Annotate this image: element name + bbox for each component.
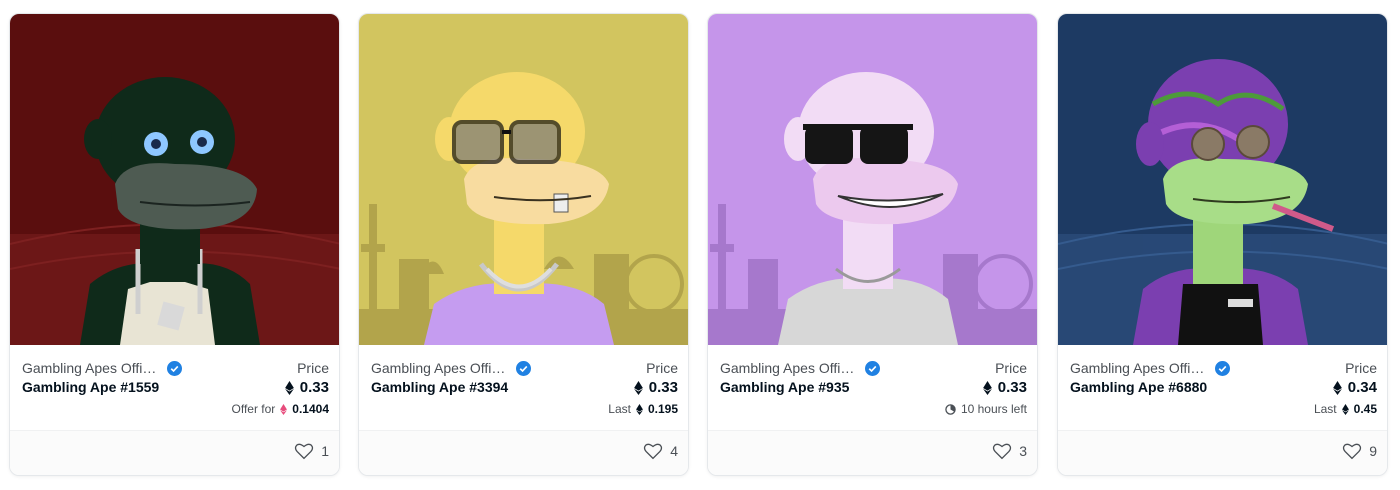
- price-label: Price: [1345, 360, 1377, 376]
- collection-link[interactable]: Gambling Apes Official: [720, 360, 880, 376]
- collection-link[interactable]: Gambling Apes Official: [22, 360, 182, 376]
- last-sale-value: 0.45: [1353, 402, 1377, 416]
- heart-icon: [644, 443, 663, 460]
- price-amount: 0.33: [299, 379, 329, 396]
- last-sale-line: Last 0.45: [1314, 402, 1377, 416]
- eth-icon: [1341, 403, 1349, 415]
- eth-icon: [284, 380, 294, 395]
- collection-name: Gambling Apes Official: [1070, 360, 1210, 376]
- eth-icon: [636, 403, 643, 415]
- card-info: Gambling Apes Official Gambling Ape #339…: [359, 345, 688, 433]
- verified-badge-icon: [167, 360, 182, 376]
- eth-icon: [1332, 380, 1342, 395]
- nft-image[interactable]: [10, 14, 339, 345]
- ape-artwork: [359, 14, 688, 345]
- heart-icon: [295, 443, 314, 460]
- price-amount: 0.34: [1347, 379, 1377, 396]
- collection-name: Gambling Apes Official: [720, 360, 860, 376]
- favorite-count: 3: [1019, 443, 1027, 459]
- price-value: 0.33: [284, 379, 329, 396]
- favorite-count: 4: [670, 443, 678, 459]
- time-left-label: 10 hours left: [960, 402, 1027, 416]
- nft-card[interactable]: Gambling Apes Official Gambling Ape #155…: [9, 13, 340, 476]
- ape-artwork: [10, 14, 339, 345]
- item-name[interactable]: Gambling Ape #1559: [22, 379, 159, 395]
- last-sale-label: Last: [1313, 402, 1337, 416]
- time-left-line: 10 hours left: [945, 402, 1027, 416]
- heart-icon: [1343, 443, 1362, 460]
- nft-image[interactable]: [359, 14, 688, 345]
- last-sale-label: Last: [608, 402, 631, 416]
- favorite-count: 9: [1369, 443, 1377, 459]
- nft-card[interactable]: Gambling Apes Official Gambling Ape #339…: [358, 13, 689, 476]
- nft-image[interactable]: [708, 14, 1037, 345]
- favorite-button[interactable]: 9: [1342, 442, 1377, 460]
- card-footer: 3: [708, 430, 1037, 475]
- verified-badge-icon: [1215, 360, 1230, 376]
- verified-badge-icon: [516, 360, 531, 376]
- ape-artwork: [708, 14, 1037, 345]
- price-value: 0.34: [1332, 379, 1377, 396]
- favorite-button[interactable]: 4: [643, 442, 678, 460]
- eth-pink-icon: [280, 403, 288, 415]
- nft-card[interactable]: Gambling Apes Official Gambling Ape #935…: [707, 13, 1038, 476]
- verified-badge-icon: [865, 360, 880, 376]
- price-label: Price: [995, 360, 1027, 376]
- heart-icon: [993, 443, 1012, 460]
- item-name[interactable]: Gambling Ape #6880: [1070, 379, 1207, 395]
- price-value: 0.33: [982, 379, 1027, 396]
- price-label: Price: [297, 360, 329, 376]
- card-footer: 9: [1058, 430, 1387, 475]
- offer-label: Offer for: [231, 402, 276, 416]
- nft-image[interactable]: [1058, 14, 1387, 345]
- price-amount: 0.33: [648, 379, 678, 396]
- card-footer: 4: [359, 430, 688, 475]
- last-sale-value: 0.195: [647, 402, 678, 416]
- favorite-count: 1: [321, 443, 329, 459]
- last-sale-line: Last 0.195: [608, 402, 678, 416]
- card-info: Gambling Apes Official Gambling Ape #935…: [708, 345, 1037, 433]
- card-info: Gambling Apes Official Gambling Ape #688…: [1058, 345, 1387, 433]
- nft-card[interactable]: Gambling Apes Official Gambling Ape #688…: [1057, 13, 1388, 476]
- collection-name: Gambling Apes Official: [371, 360, 511, 376]
- card-footer: 1: [10, 430, 339, 475]
- collection-link[interactable]: Gambling Apes Official: [371, 360, 531, 376]
- price-value: 0.33: [633, 379, 678, 396]
- collection-link[interactable]: Gambling Apes Official: [1070, 360, 1230, 376]
- item-name[interactable]: Gambling Ape #3394: [371, 379, 508, 395]
- offer-line: Offer for 0.1404: [232, 402, 330, 416]
- collection-name: Gambling Apes Official: [22, 360, 162, 376]
- favorite-button[interactable]: 1: [294, 442, 329, 460]
- card-info: Gambling Apes Official Gambling Ape #155…: [10, 345, 339, 433]
- eth-icon: [633, 380, 643, 395]
- ape-artwork: [1058, 14, 1387, 345]
- offer-value: 0.1404: [292, 402, 329, 416]
- eth-icon: [982, 380, 992, 395]
- price-label: Price: [646, 360, 678, 376]
- price-amount: 0.33: [997, 379, 1027, 396]
- favorite-button[interactable]: 3: [992, 442, 1027, 460]
- clock-icon: [945, 403, 956, 415]
- nft-card-grid: Gambling Apes Official Gambling Ape #155…: [0, 0, 1400, 490]
- item-name[interactable]: Gambling Ape #935: [720, 379, 849, 395]
